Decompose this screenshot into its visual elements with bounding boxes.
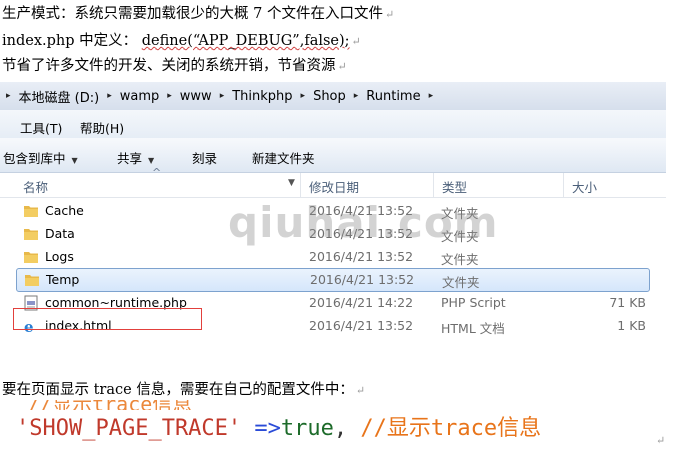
file-date: 2016/4/21 13:52	[309, 318, 414, 333]
folder-icon	[24, 272, 40, 288]
chevron-right-icon[interactable]: ▸	[354, 91, 359, 101]
chevron-right-icon[interactable]: ▸	[429, 91, 434, 101]
doc-line-savings: 节省了许多文件的开发、关闭的系统开销，节省资源 ↵	[2, 56, 347, 77]
chevron-right-icon[interactable]: ▸	[220, 91, 225, 101]
list-item-selected[interactable]: Temp 2016/4/21 13:52 文件夹	[16, 268, 650, 292]
column-header-size[interactable]: 大小	[572, 177, 597, 196]
menu-bar: 工具(T) 帮助(H)	[0, 110, 666, 139]
chevron-down-icon: ▼	[71, 156, 78, 165]
chevron-down-icon[interactable]: ▼	[288, 178, 295, 188]
breadcrumb-www[interactable]: www	[180, 89, 212, 104]
file-type: 文件夹	[442, 275, 480, 290]
folder-icon	[23, 249, 39, 265]
code-string-key: 'SHOW_PAGE_TRACE'	[16, 416, 242, 441]
burn-button[interactable]: 刻录	[192, 148, 217, 167]
code-comment: //显示trace信息	[360, 416, 542, 441]
breadcrumb-runtime[interactable]: Runtime	[366, 89, 420, 104]
code-arrow-operator: =>	[254, 416, 281, 441]
address-bar[interactable]: ▸ 本地磁盘 (D:) ▸ wamp ▸ www ▸ Thinkphp ▸ Sh…	[0, 82, 666, 111]
paragraph-mark: ↵	[656, 434, 666, 447]
sort-ascending-icon: ^	[152, 166, 162, 179]
include-in-library-button[interactable]: 包含到库中 ▼	[3, 148, 78, 167]
paragraph-mark: ↵	[337, 60, 347, 73]
paragraph-mark: ↵	[384, 8, 395, 21]
breadcrumb-shop[interactable]: Shop	[313, 89, 346, 104]
file-type: HTML 文档	[441, 321, 505, 336]
doc-text: index.php 中定义：	[2, 33, 138, 49]
chevron-right-icon[interactable]: ▸	[301, 91, 306, 101]
doc-text: 生产模式：系统只需要加载很少的大概 7 个文件在入口文件	[2, 6, 383, 22]
column-header-type[interactable]: 类型	[442, 177, 467, 196]
column-divider[interactable]	[563, 173, 564, 197]
folder-icon	[23, 226, 39, 242]
breadcrumb-thinkphp[interactable]: Thinkphp	[232, 89, 292, 104]
button-label: 包含到库中	[3, 151, 66, 166]
command-toolbar: 包含到库中 ▼ 共享 ▼ 刻录 新建文件夹	[0, 138, 666, 173]
chevron-right-icon[interactable]: ▸	[6, 91, 11, 101]
menu-tools[interactable]: 工具(T)	[20, 118, 62, 137]
file-type: PHP Script	[441, 295, 506, 310]
doc-line-define: index.php 中定义： define(“APP_DEBUG”,false)…	[2, 31, 361, 52]
watermark: qiuhai.com	[228, 198, 499, 247]
chevron-down-icon: ▼	[148, 156, 155, 165]
doc-code-snippet: define(“APP_DEBUG”,false);	[141, 33, 350, 49]
file-type: 文件夹	[441, 252, 479, 267]
button-label: 共享	[117, 151, 143, 166]
new-folder-button[interactable]: 新建文件夹	[252, 148, 315, 167]
file-name: Cache	[45, 203, 84, 218]
file-name: Data	[45, 226, 75, 241]
doc-text: 节省了许多文件的开发、关闭的系统开销，节省资源	[2, 58, 336, 74]
column-divider[interactable]	[433, 173, 434, 197]
breadcrumb-wamp[interactable]: wamp	[120, 89, 160, 104]
menu-help[interactable]: 帮助(H)	[80, 118, 124, 137]
file-date: 2016/4/21 13:52	[309, 249, 414, 264]
file-date: 2016/4/21 13:52	[310, 272, 415, 287]
breadcrumb: ▸ 本地磁盘 (D:) ▸ wamp ▸ www ▸ Thinkphp ▸ Sh…	[6, 86, 441, 106]
column-header-date[interactable]: 修改日期	[309, 177, 359, 196]
folder-icon	[23, 203, 39, 219]
doc-text: 要在页面显示 trace 信息，需要在自己的配置文件中：	[2, 382, 354, 398]
doc-line-production-mode: 生产模式：系统只需要加载很少的大概 7 个文件在入口文件 ↵	[2, 4, 394, 25]
annotation-highlight-box	[13, 308, 202, 330]
file-size: 1 KB	[617, 318, 646, 333]
breadcrumb-drive[interactable]: 本地磁盘 (D:)	[19, 87, 100, 106]
column-divider[interactable]	[300, 173, 301, 197]
code-comma: ,	[333, 416, 348, 441]
chevron-right-icon[interactable]: ▸	[107, 91, 112, 101]
file-size: 71 KB	[609, 295, 646, 310]
file-date: 2016/4/21 14:22	[309, 295, 414, 310]
share-button[interactable]: 共享 ▼	[117, 148, 154, 167]
file-name: Logs	[45, 249, 74, 264]
cropped-text-fragment: //显示trace信息	[28, 400, 298, 410]
code-snippet: 'SHOW_PAGE_TRACE' =>true, //显示trace信息	[16, 410, 541, 442]
code-boolean-value: true	[280, 416, 334, 441]
column-header-name[interactable]: 名称	[23, 177, 48, 196]
doc-line-trace: 要在页面显示 trace 信息，需要在自己的配置文件中： ↵	[2, 380, 365, 401]
list-item[interactable]: Logs 2016/4/21 13:52 文件夹	[16, 246, 650, 268]
file-name: Temp	[46, 272, 80, 287]
column-header-row: 名称 ^ ▼ 修改日期 类型 大小	[0, 166, 666, 198]
paragraph-mark: ↵	[355, 384, 366, 397]
chevron-right-icon[interactable]: ▸	[167, 91, 172, 101]
paragraph-mark: ↵	[351, 35, 361, 48]
